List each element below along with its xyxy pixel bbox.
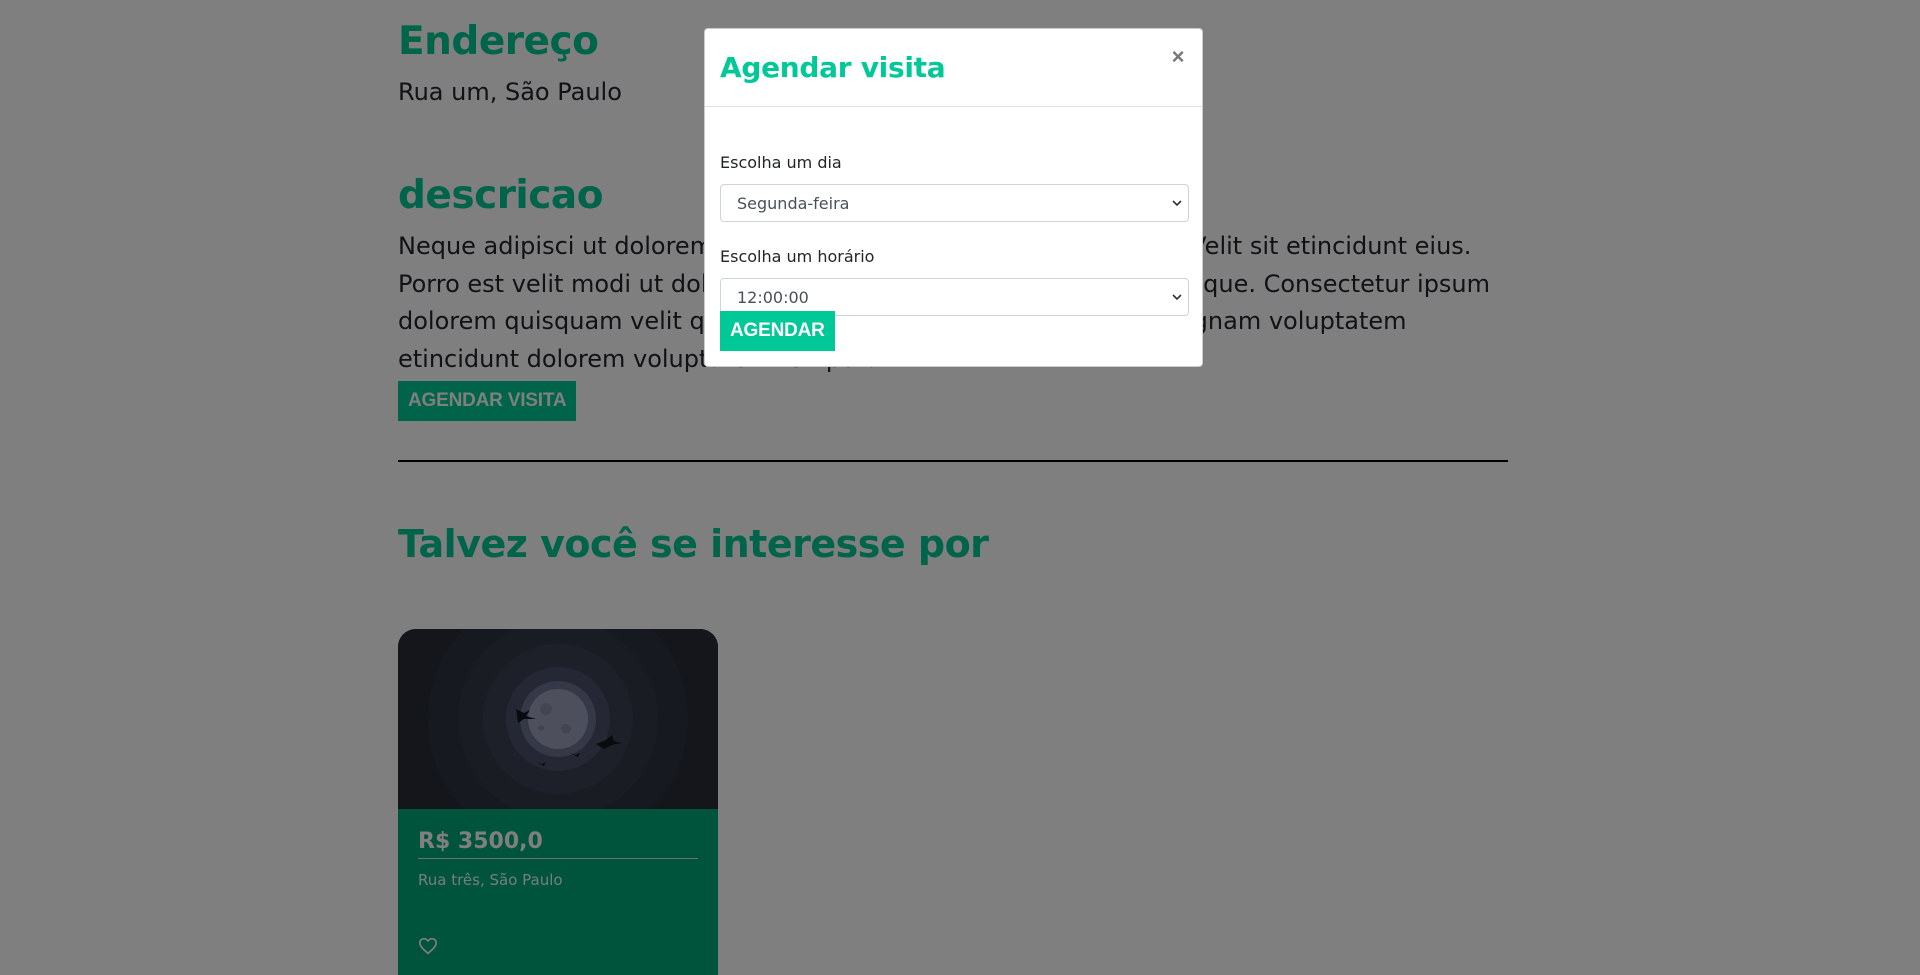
close-icon[interactable]: ×: [1168, 45, 1188, 69]
chevron-down-icon: [1172, 294, 1182, 301]
schedule-submit-button[interactable]: AGENDAR: [720, 311, 835, 351]
day-select[interactable]: Segunda-feira: [720, 184, 1189, 222]
chevron-down-icon: [1172, 200, 1182, 207]
day-label: Escolha um dia: [720, 153, 842, 172]
modal-header: Agendar visita ×: [705, 29, 1202, 107]
day-select-value: Segunda-feira: [737, 193, 850, 213]
time-select-value: 12:00:00: [737, 287, 809, 307]
time-label: Escolha um horário: [720, 247, 875, 266]
modal-title: Agendar visita: [720, 51, 946, 84]
schedule-visit-modal: Agendar visita × Escolha um dia Segunda-…: [704, 28, 1203, 367]
